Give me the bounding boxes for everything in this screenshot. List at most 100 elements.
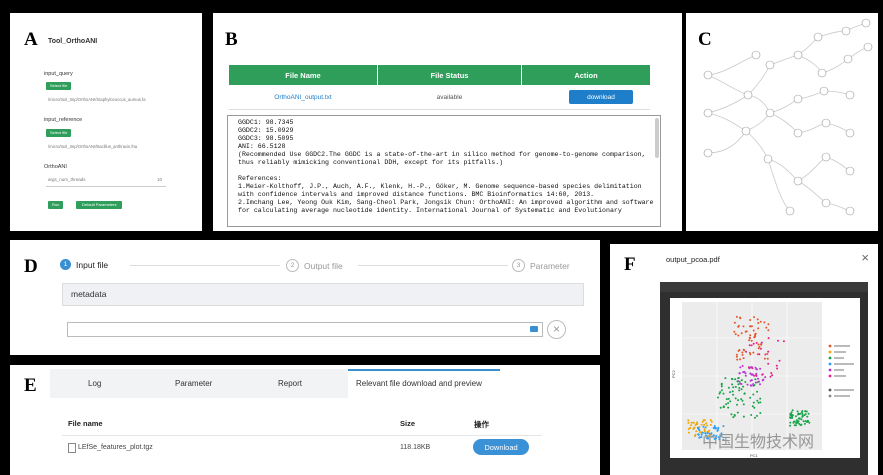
col-file-name: File name bbox=[68, 419, 103, 428]
scatter-point bbox=[796, 410, 799, 413]
scatter-point bbox=[732, 393, 735, 396]
file-icon bbox=[68, 443, 76, 453]
scatter-point bbox=[757, 377, 760, 380]
scatter-point bbox=[806, 415, 809, 418]
scatter-point bbox=[741, 399, 744, 402]
scatter-point bbox=[709, 423, 712, 426]
scatter-point bbox=[742, 371, 745, 374]
scatter-point bbox=[746, 383, 749, 386]
x-axis-label: PC1 bbox=[750, 453, 759, 458]
output-line: for calculating average nucleotide ident… bbox=[238, 207, 622, 214]
output-file-link[interactable]: OrthoANI_output.txt bbox=[229, 91, 377, 103]
scatter-point bbox=[751, 373, 754, 376]
scatter-point bbox=[727, 402, 730, 405]
scatter-point bbox=[754, 335, 757, 338]
output-line: (Recommended Use GGDC2.The GGDC is a sta… bbox=[238, 151, 646, 158]
scatter-point bbox=[808, 421, 811, 424]
scatter-point bbox=[735, 353, 738, 356]
scatter-point bbox=[741, 353, 744, 356]
step-number: 1 bbox=[60, 259, 71, 270]
close-icon[interactable]: × bbox=[861, 250, 869, 265]
metadata-label: metadata bbox=[71, 289, 107, 299]
scrollbar[interactable] bbox=[655, 118, 659, 158]
panel-c-workflow-graph: C bbox=[686, 13, 878, 231]
step-output-file[interactable]: 2 Output file bbox=[286, 259, 343, 272]
metadata-file-input[interactable] bbox=[67, 322, 543, 337]
download-button[interactable]: download bbox=[569, 90, 633, 104]
scatter-point bbox=[720, 385, 723, 388]
folder-icon[interactable] bbox=[530, 326, 538, 332]
scatter-point bbox=[753, 374, 756, 377]
select-reference-file-button[interactable]: Select file bbox=[46, 129, 72, 137]
panel-f-letter: F bbox=[624, 254, 636, 275]
step-label: Parameter bbox=[530, 260, 570, 271]
scatter-point bbox=[756, 390, 759, 393]
watermark: 中国生物技术网 bbox=[702, 434, 815, 451]
scatter-point bbox=[805, 410, 808, 413]
output-preview: GGDC1: 98.7345 GGDC2: 15.0929 GGDC3: 98.… bbox=[227, 115, 661, 227]
scatter-point bbox=[749, 325, 752, 328]
scatter-point bbox=[750, 339, 753, 342]
scatter-point bbox=[753, 316, 755, 319]
scatter-point bbox=[733, 330, 736, 333]
step-input-file[interactable]: 1 Input file bbox=[60, 259, 108, 270]
scatter-point bbox=[759, 401, 762, 404]
scatter-point bbox=[751, 405, 754, 408]
panel-a-letter: A bbox=[24, 29, 38, 50]
tab-parameter[interactable]: Parameter bbox=[175, 379, 212, 388]
scatter-point bbox=[735, 315, 738, 318]
scatter-point bbox=[790, 416, 793, 419]
scatter-point bbox=[802, 420, 805, 423]
tab-relevant-files[interactable]: Relevant file download and preview bbox=[356, 379, 482, 388]
scatter-point bbox=[749, 319, 752, 321]
download-button[interactable]: Download bbox=[473, 439, 529, 455]
scatter-point bbox=[736, 403, 738, 406]
preview-title: output_pcoa.pdf bbox=[666, 255, 720, 264]
run-button[interactable]: Run bbox=[48, 201, 64, 209]
scatter-point bbox=[789, 424, 792, 427]
scatter-point bbox=[692, 421, 695, 424]
scatter-point bbox=[797, 413, 799, 416]
scatter-point bbox=[753, 406, 756, 409]
panel-d-letter: D bbox=[24, 256, 38, 277]
scatter-point bbox=[687, 421, 690, 424]
scatter-point bbox=[740, 379, 743, 382]
scatter-point bbox=[722, 405, 725, 408]
scatter-point bbox=[733, 413, 736, 416]
scatter-point bbox=[797, 417, 800, 420]
scatter-point bbox=[800, 411, 803, 414]
scatter-point bbox=[722, 425, 725, 428]
scatter-point bbox=[732, 386, 735, 389]
clear-button[interactable]: × bbox=[547, 320, 566, 339]
scatter-point bbox=[690, 421, 693, 424]
scatter-point bbox=[740, 398, 743, 401]
scatter-point bbox=[698, 429, 701, 432]
scatter-point bbox=[744, 372, 747, 375]
pdf-toolbar bbox=[660, 282, 868, 292]
scatter-point bbox=[739, 358, 742, 361]
scatter-point bbox=[756, 368, 758, 371]
default-parameters-button[interactable]: Default Parameters bbox=[76, 201, 123, 209]
scatter-point bbox=[695, 430, 698, 433]
scatter-point bbox=[764, 376, 767, 379]
scatter-point bbox=[744, 381, 747, 383]
select-query-file-button[interactable]: Select file bbox=[46, 82, 72, 90]
scatter-point bbox=[750, 344, 753, 347]
scatter-point bbox=[770, 372, 773, 374]
step-number: 2 bbox=[286, 259, 299, 272]
scatter-point bbox=[756, 381, 759, 384]
step-label: Input file bbox=[76, 259, 109, 270]
scatter-point bbox=[740, 388, 743, 391]
scatter-point bbox=[736, 358, 739, 361]
threads-field[interactable]: args_num_threads 10 bbox=[46, 176, 166, 187]
scatter-point bbox=[796, 421, 799, 424]
scatter-point bbox=[758, 353, 761, 356]
scatter-point bbox=[737, 324, 740, 327]
tab-log[interactable]: Log bbox=[88, 379, 101, 388]
scatter-point bbox=[800, 418, 803, 421]
scatter-point bbox=[750, 414, 753, 416]
file-name-cell[interactable]: LEfSe_features_plot.tgz bbox=[78, 444, 153, 451]
step-parameter[interactable]: 3 Parameter bbox=[512, 259, 570, 272]
scatter-point bbox=[701, 420, 704, 423]
tab-report[interactable]: Report bbox=[278, 379, 302, 388]
